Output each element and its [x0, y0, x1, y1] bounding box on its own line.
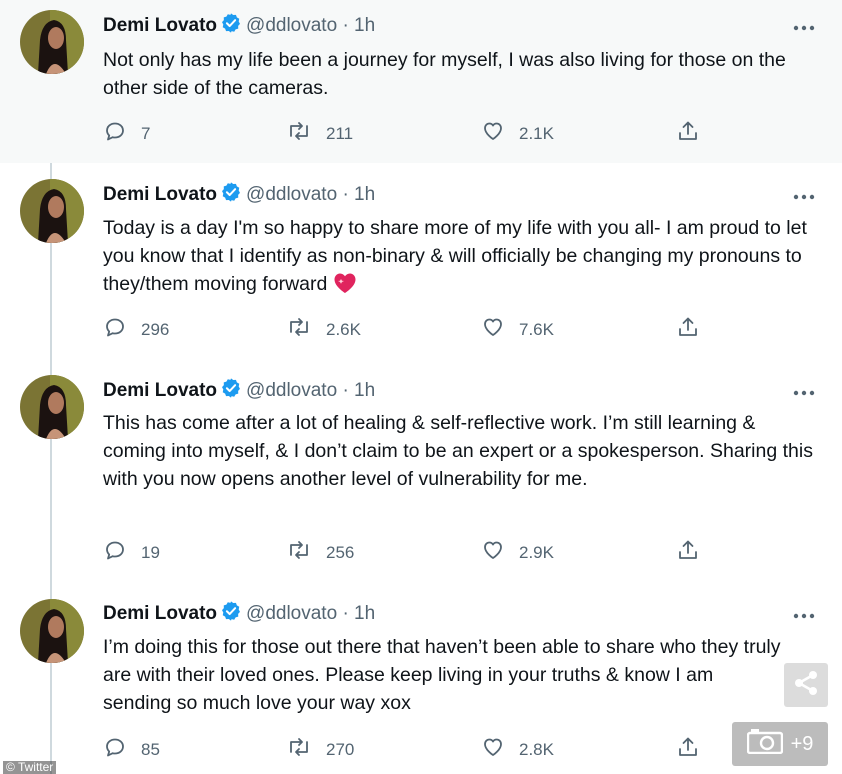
verified-icon: [220, 181, 242, 210]
reply-count: 7: [141, 123, 151, 143]
upload-icon: [676, 538, 714, 567]
author-handle[interactable]: @ddlovato: [246, 603, 337, 624]
avatar[interactable]: [20, 179, 84, 243]
verified-icon: [220, 12, 242, 41]
retweet-button[interactable]: 211: [286, 119, 353, 148]
like-count: 2.9K: [519, 542, 554, 562]
reply-button[interactable]: 85: [103, 735, 160, 764]
share-tweet-button[interactable]: [676, 119, 714, 148]
author-name[interactable]: Demi Lovato: [103, 15, 217, 36]
upload-icon: [676, 735, 714, 764]
tweet-actions: 85 270 2.8K: [103, 735, 723, 761]
retweet-count: 2.6K: [326, 319, 361, 339]
share-tweet-button[interactable]: [676, 538, 714, 567]
author-name[interactable]: Demi Lovato: [103, 603, 217, 624]
retweet-count: 211: [326, 123, 354, 143]
more-options-icon[interactable]: [792, 188, 816, 200]
camera-icon: [746, 728, 783, 760]
retweet-button[interactable]: 2.6K: [286, 315, 361, 344]
heart-icon: [481, 315, 519, 344]
like-button[interactable]: 2.8K: [481, 735, 554, 764]
upload-icon: [676, 119, 714, 148]
more-options-icon[interactable]: [792, 607, 816, 619]
retweet-icon: [286, 735, 326, 764]
retweet-icon: [286, 538, 326, 567]
gallery-button[interactable]: +9: [732, 722, 828, 766]
share-icon: [791, 668, 821, 703]
reply-icon: [103, 119, 141, 148]
like-count: 7.6K: [519, 319, 554, 339]
reply-count: 296: [141, 319, 170, 339]
retweet-count: 270: [326, 739, 355, 759]
share-tweet-button[interactable]: [676, 735, 714, 764]
avatar[interactable]: [20, 10, 84, 74]
author-handle[interactable]: @ddlovato: [246, 380, 337, 401]
timestamp[interactable]: 1h: [354, 15, 375, 36]
sparkling-heart-emoji: [333, 272, 357, 302]
reply-button[interactable]: 7: [103, 119, 150, 148]
tweet-header: Demi Lovato @ddlovato · 1h: [103, 600, 375, 629]
tweet-text: I’m doing this for those out there that …: [103, 636, 781, 714]
photo-credit: © Twitter: [3, 761, 57, 774]
reply-count: 19: [141, 542, 160, 562]
verified-icon: [220, 377, 242, 406]
like-button[interactable]: 2.1K: [481, 119, 554, 148]
upload-icon: [676, 315, 714, 344]
timestamp[interactable]: 1h: [354, 380, 375, 401]
tweet-actions: 7 211 2.1K: [103, 119, 723, 145]
like-button[interactable]: 7.6K: [481, 315, 554, 344]
tweet-actions: 19 256 2.9K: [103, 538, 723, 564]
timestamp[interactable]: 1h: [354, 603, 375, 624]
retweet-button[interactable]: 270: [286, 735, 354, 764]
reply-button[interactable]: 296: [103, 315, 169, 344]
verified-icon: [220, 600, 242, 629]
retweet-button[interactable]: 256: [286, 538, 354, 567]
tweet[interactable]: Demi Lovato @ddlovato · 1h Not only has m…: [0, 0, 842, 163]
tweet[interactable]: Demi Lovato @ddlovato · 1h I’m doing this…: [0, 590, 842, 774]
heart-icon: [481, 735, 519, 764]
more-options-icon[interactable]: [792, 19, 816, 31]
tweet[interactable]: Demi Lovato @ddlovato · 1h This has come …: [0, 366, 842, 590]
reply-icon: [103, 538, 141, 567]
share-button[interactable]: [784, 663, 828, 707]
retweet-count: 256: [326, 542, 355, 562]
like-count: 2.8K: [519, 739, 554, 759]
retweet-icon: [286, 119, 326, 148]
author-handle[interactable]: @ddlovato: [246, 184, 337, 205]
tweet-text: Today is a day I'm so happy to share mor…: [103, 214, 823, 302]
reply-icon: [103, 315, 141, 344]
tweet-header: Demi Lovato @ddlovato · 1h: [103, 181, 375, 210]
gallery-count: +9: [790, 732, 814, 755]
avatar[interactable]: [20, 375, 84, 439]
tweet-text: This has come after a lot of healing & s…: [103, 412, 813, 490]
retweet-icon: [286, 315, 326, 344]
reply-button[interactable]: 19: [103, 538, 160, 567]
timestamp[interactable]: 1h: [354, 184, 375, 205]
tweet-header: Demi Lovato @ddlovato · 1h: [103, 12, 375, 41]
tweet-text: Not only has my life been a journey for …: [103, 49, 786, 99]
tweet-header: Demi Lovato @ddlovato · 1h: [103, 377, 375, 406]
author-name[interactable]: Demi Lovato: [103, 380, 217, 401]
author-handle[interactable]: @ddlovato: [246, 15, 337, 36]
author-name[interactable]: Demi Lovato: [103, 184, 217, 205]
tweet-actions: 296 2.6K 7.6K: [103, 315, 723, 341]
share-tweet-button[interactable]: [676, 315, 714, 344]
like-button[interactable]: 2.9K: [481, 538, 554, 567]
avatar[interactable]: [20, 599, 84, 663]
reply-icon: [103, 735, 141, 764]
like-count: 2.1K: [519, 123, 554, 143]
heart-icon: [481, 538, 519, 567]
more-options-icon[interactable]: [792, 384, 816, 396]
reply-count: 85: [141, 739, 160, 759]
heart-icon: [481, 119, 519, 148]
tweet[interactable]: Demi Lovato @ddlovato · 1h Today is a day…: [0, 163, 842, 366]
